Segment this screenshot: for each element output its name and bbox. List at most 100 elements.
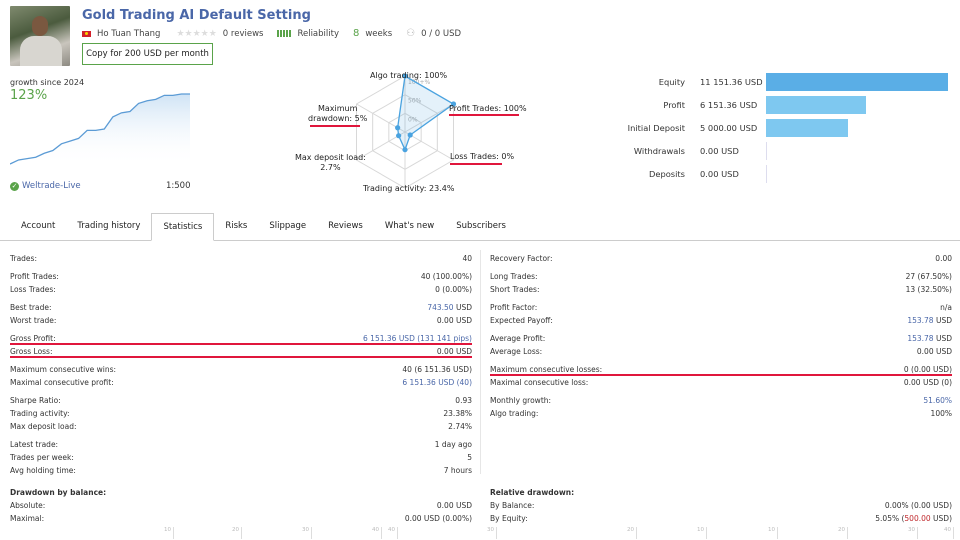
rating-stars-icon: ★★★★★: [176, 28, 217, 39]
stat-row: Short Trades: 13 (32.50%): [490, 283, 952, 296]
axis-tick-label: 30: [302, 527, 312, 539]
stat-row: Recovery Factor: 0.00: [490, 252, 952, 265]
radar-label-deposit-load: Max deposit load: 2.7%: [295, 153, 366, 172]
stat-row: Max deposit load: 2.74%: [10, 420, 472, 433]
radar-point: [395, 125, 401, 131]
stat-unit: USD: [933, 334, 952, 343]
axis-tick-label: 40: [372, 527, 382, 539]
axis-tick-label: 20: [838, 527, 848, 539]
stat-value: 1 day ago: [434, 440, 472, 449]
stat-value: 23.38%: [443, 409, 472, 418]
stats-left-column: Trades: 40 Profit Trades: 40 (100.00%) Loss …: [10, 252, 472, 477]
stat-value: 0 (0.00%): [435, 285, 472, 294]
balance-bar[interactable]: [766, 119, 848, 137]
stat-value: 0.00 USD (0): [903, 378, 952, 387]
stat-value: 0.00 USD: [436, 347, 472, 356]
stat-value: 7 hours: [443, 466, 472, 475]
stat-row: Profit Trades: 40 (100.00%): [10, 270, 472, 283]
relative-drawdown: Relative drawdown: By Balance: 0.00% (0.0…: [490, 486, 952, 525]
balance-bar[interactable]: [766, 73, 948, 91]
author-avatar[interactable]: [10, 6, 70, 66]
stat-row: Maximal: 0.00 USD (0.00%): [10, 514, 472, 523]
broker-server[interactable]: ✓ Weltrade-Live: [10, 181, 81, 191]
stat-value[interactable]: 153.78: [907, 334, 933, 343]
stat-value[interactable]: 743.50: [427, 303, 453, 312]
tab-what-s-new[interactable]: What's new: [374, 213, 445, 241]
balance-label: Deposits: [648, 169, 685, 179]
balance-row-initial-deposit: Initial Deposit 5 000.00 USD: [600, 119, 960, 137]
copy-subscribe-button[interactable]: Copy for 200 USD per month: [82, 43, 213, 65]
author-name[interactable]: Ho Tuan Thang: [97, 29, 160, 39]
stat-label: Gross Profit:: [10, 334, 56, 343]
subscribers-icon: ⚇: [406, 28, 416, 39]
section-title: Drawdown by balance:: [10, 488, 107, 497]
balance-bar[interactable]: [766, 96, 867, 114]
stat-value[interactable]: 153.78: [907, 316, 933, 325]
stat-value: 40: [462, 254, 472, 263]
growth-chart[interactable]: [10, 90, 192, 166]
balance-row-deposits: Deposits 0.00 USD: [600, 165, 960, 183]
verified-check-icon: ✓: [10, 181, 19, 191]
stat-row: Average Loss: 0.00 USD: [490, 345, 952, 358]
stat-row: Expected Payoff: 153.78 USD: [490, 314, 952, 327]
stat-label: Latest trade:: [10, 440, 59, 449]
stat-label: Sharpe Ratio:: [10, 396, 61, 405]
section-title: Relative drawdown:: [490, 488, 575, 497]
stat-row: Absolute: 0.00 USD: [10, 501, 472, 510]
axis-tick-label: 30: [487, 527, 497, 539]
balance-row-equity: Equity 11 151.36 USD: [600, 73, 960, 91]
highlight-underline: [310, 125, 360, 127]
axis-tick-label: 40: [944, 527, 954, 539]
tab-subscribers[interactable]: Subscribers: [445, 213, 517, 241]
stat-row: Algo trading: 100%: [490, 407, 952, 420]
radar-label-activity: Trading activity: 23.4%: [363, 184, 455, 193]
balance-label: Initial Deposit: [627, 123, 685, 133]
tab-bar: Account Trading history Statistics Risks Sli…: [0, 213, 960, 241]
axis-tick-label: 40: [388, 527, 398, 539]
axis-tick-label: 10: [768, 527, 778, 539]
axis-tick-label: 20: [232, 527, 242, 539]
stat-value: 2.74%: [448, 422, 472, 431]
tab-risks[interactable]: Risks: [214, 213, 258, 241]
tab-account[interactable]: Account: [10, 213, 66, 241]
tab-reviews[interactable]: Reviews: [317, 213, 374, 241]
balance-value: 0.00 USD: [700, 146, 739, 156]
bottom-axis-ticks: 10 20 30 40 40 30 20 10 10 20 30 40: [0, 527, 960, 539]
stat-value: 40 (6 151.36 USD): [402, 365, 472, 374]
broker-name[interactable]: Weltrade-Live: [22, 181, 81, 191]
stat-label: Short Trades:: [490, 285, 540, 294]
stat-row: Sharpe Ratio: 0.93: [10, 394, 472, 407]
stat-row: Monthly growth: 51.60%: [490, 394, 952, 407]
stat-label: Maximal consecutive loss:: [490, 378, 589, 387]
stat-value: 0.00: [935, 254, 952, 263]
stat-value: 0.93: [455, 396, 472, 405]
stat-label: Algo trading:: [490, 409, 539, 418]
stat-row: Profit Factor: n/a: [490, 301, 952, 314]
drawdown-by-balance: Drawdown by balance: Absolute: 0.00 USD M…: [10, 486, 472, 525]
stat-value[interactable]: 51.60%: [923, 396, 952, 405]
stat-label: Avg holding time:: [10, 466, 76, 475]
stat-value[interactable]: 6 151.36 USD (40): [402, 378, 472, 387]
stat-label: Trades:: [10, 254, 37, 263]
stat-row: Long Trades: 27 (67.50%): [490, 270, 952, 283]
reviews-count[interactable]: 0 reviews: [223, 29, 264, 39]
tab-statistics[interactable]: Statistics: [151, 213, 215, 241]
stat-row: Maximum consecutive wins: 40 (6 151.36 US…: [10, 363, 472, 376]
stat-label: Long Trades:: [490, 272, 538, 281]
balance-axis: [766, 165, 767, 183]
tab-slippage[interactable]: Slippage: [258, 213, 317, 241]
balance-row-withdrawals: Withdrawals 0.00 USD: [600, 142, 960, 160]
radar-point: [407, 132, 413, 138]
stats-right-column: Recovery Factor: 0.00 Long Trades: 27 (67.5…: [490, 252, 952, 420]
stat-value[interactable]: 6 151.36 USD (131 141 pips): [363, 334, 472, 343]
radar-label-algo: Algo trading: 100%: [370, 71, 448, 80]
stat-label: Best trade:: [10, 303, 52, 312]
stat-unit: USD: [453, 303, 472, 312]
growth-label: growth since 2024: [10, 78, 85, 87]
stat-row: Worst trade: 0.00 USD: [10, 314, 472, 327]
subscribers-funds: 0 / 0 USD: [421, 28, 462, 39]
vietnam-flag-icon: [82, 30, 91, 37]
stat-label: Trading activity:: [10, 409, 70, 418]
tab-trading-history[interactable]: Trading history: [66, 213, 151, 241]
weeks-count: 8: [352, 28, 360, 39]
